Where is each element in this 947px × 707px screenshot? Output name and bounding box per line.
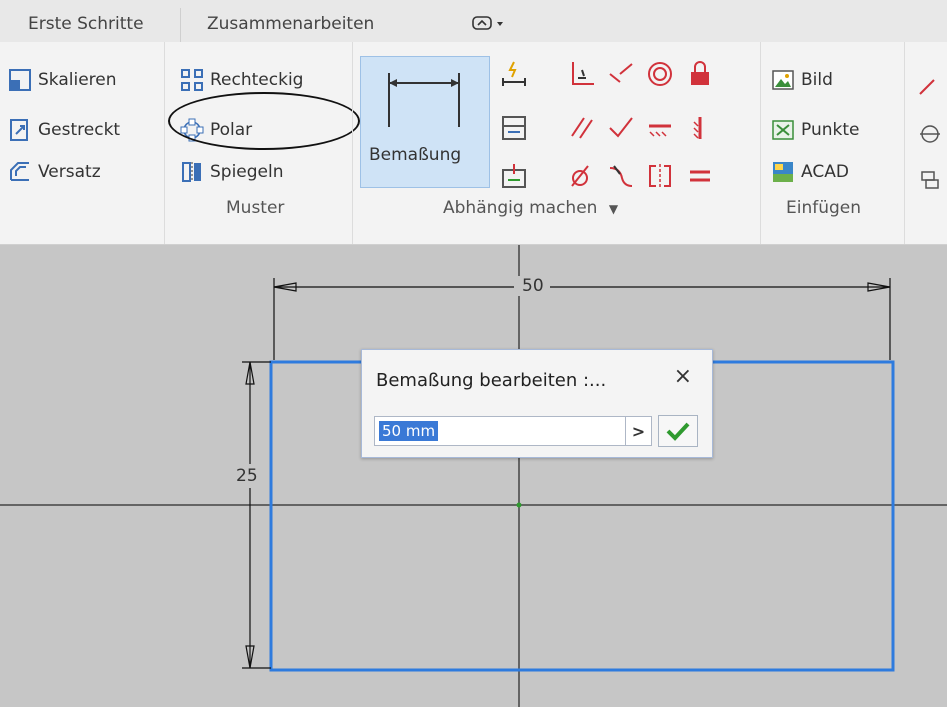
- origin-point[interactable]: [516, 502, 522, 508]
- panel-label-abhaengig[interactable]: Abhängig machen ▼: [443, 198, 618, 218]
- checkmark-icon: [666, 422, 690, 441]
- vertical-dimension[interactable]: [236, 361, 271, 669]
- scale-icon: [8, 68, 32, 92]
- gestreckt-label: Gestreckt: [38, 120, 121, 140]
- punkte-label: Punkte: [801, 120, 860, 140]
- constraint-settings-icon[interactable]: [498, 160, 530, 192]
- offset-icon: [8, 160, 32, 184]
- collinear-constraint-icon[interactable]: [604, 58, 636, 90]
- import-points-icon: [771, 118, 795, 142]
- horizontal-constraint-icon[interactable]: [644, 112, 676, 144]
- close-icon[interactable]: ×: [674, 364, 692, 389]
- panel-toggle-icon: [472, 16, 503, 30]
- mirror-icon: [180, 160, 204, 184]
- tab-separator: [180, 8, 181, 42]
- versatz-label: Versatz: [38, 162, 101, 182]
- vertical-constraint-icon[interactable]: [684, 112, 716, 144]
- acad-label: ACAD: [801, 162, 849, 182]
- skalieren-button[interactable]: Skalieren: [8, 68, 117, 92]
- bemassung-button[interactable]: Bemaßung: [360, 56, 490, 188]
- symmetric-constraint-icon[interactable]: [644, 160, 676, 192]
- dialog-title: Bemaßung bearbeiten :...: [376, 370, 607, 391]
- apply-button[interactable]: [658, 415, 698, 447]
- tab-overflow-dropdown[interactable]: [470, 12, 510, 39]
- rechteckig-button[interactable]: Rechteckig: [180, 68, 303, 92]
- dimension-value-input[interactable]: 50 mm: [374, 416, 626, 446]
- equal-constraint-icon[interactable]: [684, 160, 716, 192]
- acad-button[interactable]: ACAD: [771, 160, 849, 184]
- construction-icon-partial[interactable]: [914, 118, 946, 150]
- panel-label-muster: Muster: [226, 198, 285, 218]
- acad-import-icon: [771, 160, 795, 184]
- bild-label: Bild: [801, 70, 833, 90]
- spiegeln-label: Spiegeln: [210, 162, 284, 182]
- dimension-icon: [388, 73, 460, 127]
- coincident-constraint-icon[interactable]: [566, 58, 598, 90]
- annotation-circle: [168, 92, 360, 150]
- ribbon-separator: [904, 42, 905, 244]
- panel-label-einfuegen: Einfügen: [786, 198, 862, 218]
- bemassung-label: Bemaßung: [369, 145, 462, 165]
- chevron-down-icon: ▼: [608, 202, 619, 216]
- image-icon: [771, 68, 795, 92]
- fix-constraint-icon[interactable]: [684, 58, 716, 90]
- versatz-button[interactable]: Versatz: [8, 160, 101, 184]
- rechteckig-label: Rechteckig: [210, 70, 304, 90]
- dimension-value-horizontal[interactable]: 50: [522, 276, 544, 296]
- concentric-constraint-icon[interactable]: [644, 58, 676, 90]
- format-icon-partial[interactable]: [914, 70, 946, 102]
- horizontal-dimension[interactable]: [273, 276, 891, 360]
- punkte-button[interactable]: Punkte: [771, 118, 859, 142]
- stretch-icon: [8, 118, 32, 142]
- dimension-value-vertical[interactable]: 25: [236, 466, 258, 486]
- auto-dimension-icon[interactable]: [498, 58, 530, 90]
- bild-button[interactable]: Bild: [771, 68, 833, 92]
- sketch-canvas[interactable]: [0, 245, 947, 707]
- abhaengig-label-text: Abhängig machen: [443, 198, 598, 218]
- tab-zusammenarbeiten[interactable]: Zusammenarbeiten: [207, 14, 374, 34]
- dimension-value-text: 50 mm: [379, 421, 439, 441]
- perpendicular-constraint-icon[interactable]: [604, 112, 636, 144]
- expand-arrow-button[interactable]: >: [626, 416, 652, 446]
- skalieren-label: Skalieren: [38, 70, 117, 90]
- spiegeln-button[interactable]: Spiegeln: [180, 160, 284, 184]
- centerline-icon-partial[interactable]: [914, 164, 946, 196]
- tab-erste-schritte[interactable]: Erste Schritte: [28, 14, 144, 34]
- ribbon-separator: [164, 42, 165, 244]
- ribbon: Skalieren Gestreckt Versatz Rechteckig P…: [0, 42, 947, 245]
- ribbon-tab-bar: Erste Schritte Zusammenarbeiten: [0, 0, 947, 43]
- gestreckt-button[interactable]: Gestreckt: [8, 118, 120, 142]
- parallel-constraint-icon[interactable]: [566, 112, 598, 144]
- edit-dimension-dialog: Bemaßung bearbeiten :... × 50 mm >: [361, 349, 713, 458]
- tangent-constraint-icon[interactable]: [566, 160, 598, 192]
- smooth-constraint-icon[interactable]: [604, 160, 636, 192]
- ribbon-separator: [760, 42, 761, 244]
- ribbon-separator: [352, 42, 353, 244]
- show-constraints-icon[interactable]: [498, 112, 530, 144]
- rectangular-pattern-icon: [180, 68, 204, 92]
